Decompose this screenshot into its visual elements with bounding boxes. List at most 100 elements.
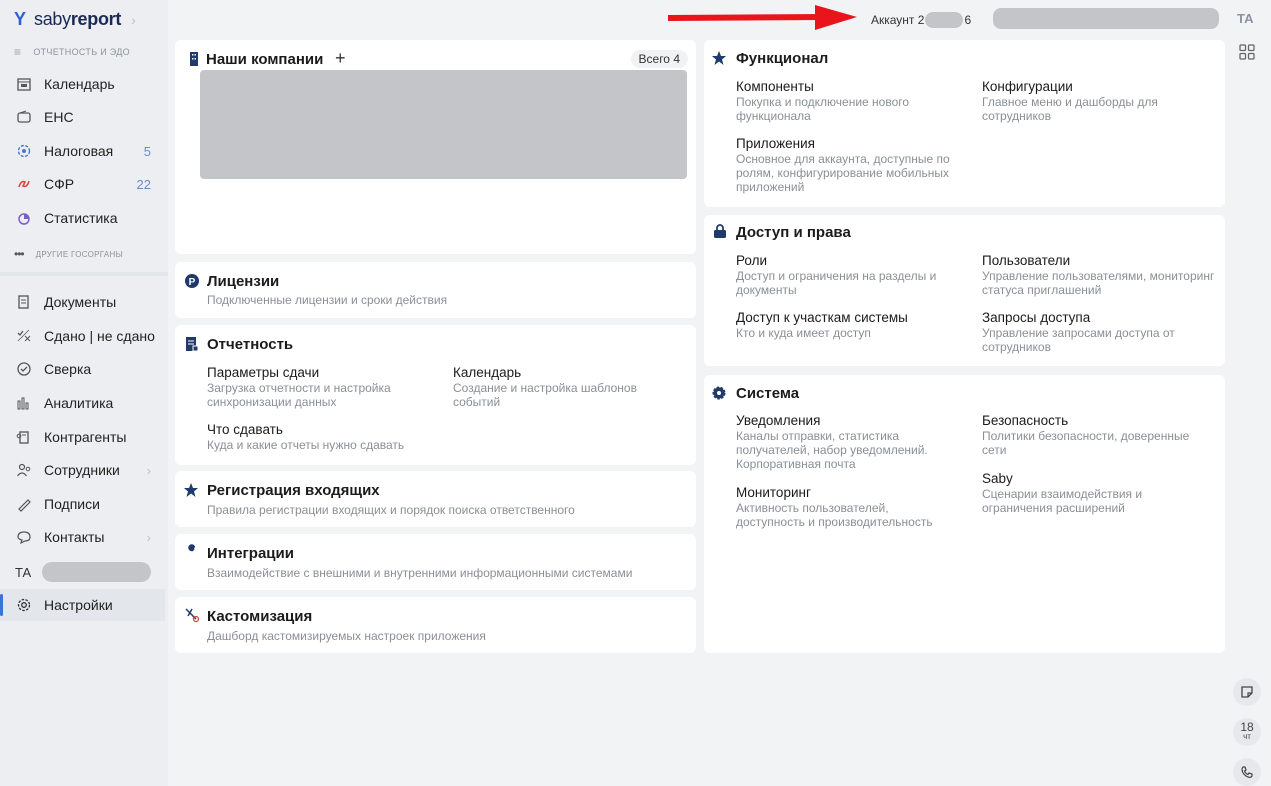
note-icon (1241, 686, 1253, 698)
access-title: Доступ и права (736, 224, 851, 241)
statistics-icon (15, 209, 33, 227)
sidebar-item-ens[interactable]: ЕНС (0, 101, 165, 133)
incoming-card[interactable]: Регистрация входящих Правила регистрации… (175, 471, 696, 527)
incoming-subtitle: Правила регистрации входящих и порядок п… (207, 503, 575, 517)
calendar-weekday: чт (1243, 732, 1251, 741)
reporting-item-params[interactable]: Параметры сдачи Загрузка отчетности и на… (207, 365, 437, 409)
system-item-notifications[interactable]: Уведомления Каналы отправки, статистика … (736, 413, 946, 471)
contacts-icon (15, 528, 33, 546)
access-item-users[interactable]: Пользователи Управление пользователями, … (982, 253, 1217, 297)
sfr-count-badge: 22 (136, 176, 151, 192)
functional-item-components[interactable]: Компоненты Покупка и подключение нового … (736, 79, 966, 123)
submitted-icon (15, 327, 33, 345)
licenses-subtitle: Подключенные лицензии и сроки действия (207, 293, 448, 307)
app-logo[interactable]: Y sabyreport › (14, 9, 136, 30)
brand-name: sabyreport (34, 9, 122, 29)
integrations-card[interactable]: Интеграции Взаимодействие с внешними и в… (175, 534, 696, 590)
system-title: Система (736, 385, 800, 402)
tax-office-icon (15, 142, 33, 160)
account-number-redacted (925, 12, 964, 28)
wallet-icon (15, 108, 33, 126)
building-icon (186, 51, 202, 67)
apps-grid-icon[interactable] (1239, 44, 1255, 60)
customization-title: Кастомизация (207, 608, 313, 625)
documents-icon (15, 293, 33, 311)
lock-icon (712, 223, 728, 239)
gear-icon (711, 385, 727, 401)
licenses-title: Лицензии (207, 273, 280, 290)
companies-total-badge: Всего 4 (630, 50, 688, 68)
access-item-system-areas[interactable]: Доступ к участкам системы Кто и куда име… (736, 310, 966, 340)
calendar-day: 18 (1240, 720, 1254, 734)
section-reporting[interactable]: ≡ ОТЧЕТНОСТЬ И ЭДО (14, 45, 130, 59)
chevron-right-icon: › (146, 462, 151, 478)
incoming-title: Регистрация входящих (207, 482, 380, 499)
sidebar-item-employees[interactable]: Сотрудники › (0, 454, 165, 486)
licenses-card[interactable]: P Лицензии Подключенные лицензии и сроки… (175, 262, 696, 318)
sidebar-item-contacts[interactable]: Контакты › (0, 521, 165, 553)
account-name-redacted (993, 8, 1219, 29)
reporting-item-what-to-submit[interactable]: Что сдавать Куда и какие отчеты нужно сд… (207, 422, 467, 452)
star-icon (711, 50, 727, 66)
phone-icon (1241, 766, 1253, 778)
tax-count-badge: 5 (143, 143, 151, 159)
notes-button[interactable] (1233, 678, 1261, 706)
reporting-item-calendar[interactable]: Календарь Создание и настройка шаблонов … (453, 365, 683, 409)
system-card: Система Уведомления Каналы отправки, ста… (704, 375, 1225, 653)
sidebar-user[interactable]: ТА (0, 556, 165, 588)
section-other-agencies[interactable]: ••• ДРУГИЕ ГОСОРГАНЫ (14, 247, 123, 261)
reconcile-icon (15, 360, 33, 378)
customization-subtitle: Дашборд кастомизируемых настроек приложе… (207, 629, 486, 643)
reporting-card: Отчетность Параметры сдачи Загрузка отче… (175, 325, 696, 465)
user-avatar[interactable]: ТА (1237, 11, 1254, 26)
user-name-redacted (42, 562, 151, 582)
sidebar-item-statistics[interactable]: Статистика (0, 202, 165, 234)
sidebar-item-submitted[interactable]: Сдано | не сдано (0, 320, 165, 352)
counterparties-icon (15, 428, 33, 446)
integrations-subtitle: Взаимодействие с внешними и внутренними … (207, 566, 633, 580)
system-item-security[interactable]: Безопасность Политики безопасности, дове… (982, 413, 1207, 457)
sidebar-item-signatures[interactable]: Подписи (0, 488, 165, 520)
analytics-icon (15, 394, 33, 412)
license-icon: P (184, 273, 200, 289)
functional-item-applications[interactable]: Приложения Основное для аккаунта, доступ… (736, 136, 961, 194)
red-arrow-annotation (667, 5, 857, 30)
sidebar-divider (0, 272, 168, 276)
report-doc-icon (184, 336, 200, 352)
account-label[interactable]: Аккаунт 2 6 (871, 12, 971, 28)
more-dots-icon: ••• (14, 247, 25, 261)
sidebar-item-reconcile[interactable]: Сверка (0, 353, 165, 385)
companies-title: Наши компании (206, 51, 324, 68)
phone-button[interactable] (1233, 758, 1261, 786)
companies-card: Наши компании + Всего 4 (175, 40, 696, 254)
sidebar-item-analytics[interactable]: Аналитика (0, 387, 165, 419)
customization-card[interactable]: Кастомизация Дашборд кастомизируемых нас… (175, 597, 696, 653)
sidebar-item-counterparties[interactable]: Контрагенты (0, 421, 165, 453)
sidebar-item-tax[interactable]: Налоговая 5 (0, 135, 165, 167)
chevron-right-icon: › (146, 529, 151, 545)
sidebar-item-settings[interactable]: Настройки (0, 589, 165, 621)
access-card: Доступ и права Роли Доступ и ограничения… (704, 215, 1225, 366)
star-icon (183, 482, 199, 498)
functional-item-configurations[interactable]: Конфигурации Главное меню и дашборды для… (982, 79, 1212, 123)
functional-title: Функционал (736, 50, 829, 67)
add-company-button[interactable]: + (335, 48, 346, 69)
calendar-date-button[interactable]: 18 чт (1233, 718, 1261, 746)
user-initials: ТА (15, 564, 32, 580)
system-item-saby[interactable]: Saby Сценарии взаимодействия и ограничен… (982, 471, 1207, 515)
sfr-icon (15, 175, 33, 193)
customization-icon (184, 607, 200, 623)
svg-text:P: P (189, 277, 196, 288)
employees-icon (15, 461, 33, 479)
chevron-right-icon: › (131, 11, 136, 28)
wrench-icon (184, 544, 200, 560)
access-item-requests[interactable]: Запросы доступа Управление запросами дос… (982, 310, 1217, 354)
companies-list-redacted (200, 70, 687, 179)
integrations-title: Интеграции (207, 545, 294, 562)
sidebar-item-documents[interactable]: Документы (0, 286, 165, 318)
access-item-roles[interactable]: Роли Доступ и ограничения на разделы и д… (736, 253, 966, 297)
calendar-icon (15, 75, 33, 93)
sidebar-item-sfr[interactable]: СФР 22 (0, 168, 165, 200)
system-item-monitoring[interactable]: Мониторинг Активность пользователей, дос… (736, 485, 951, 529)
sidebar-item-calendar[interactable]: Календарь (0, 68, 165, 100)
